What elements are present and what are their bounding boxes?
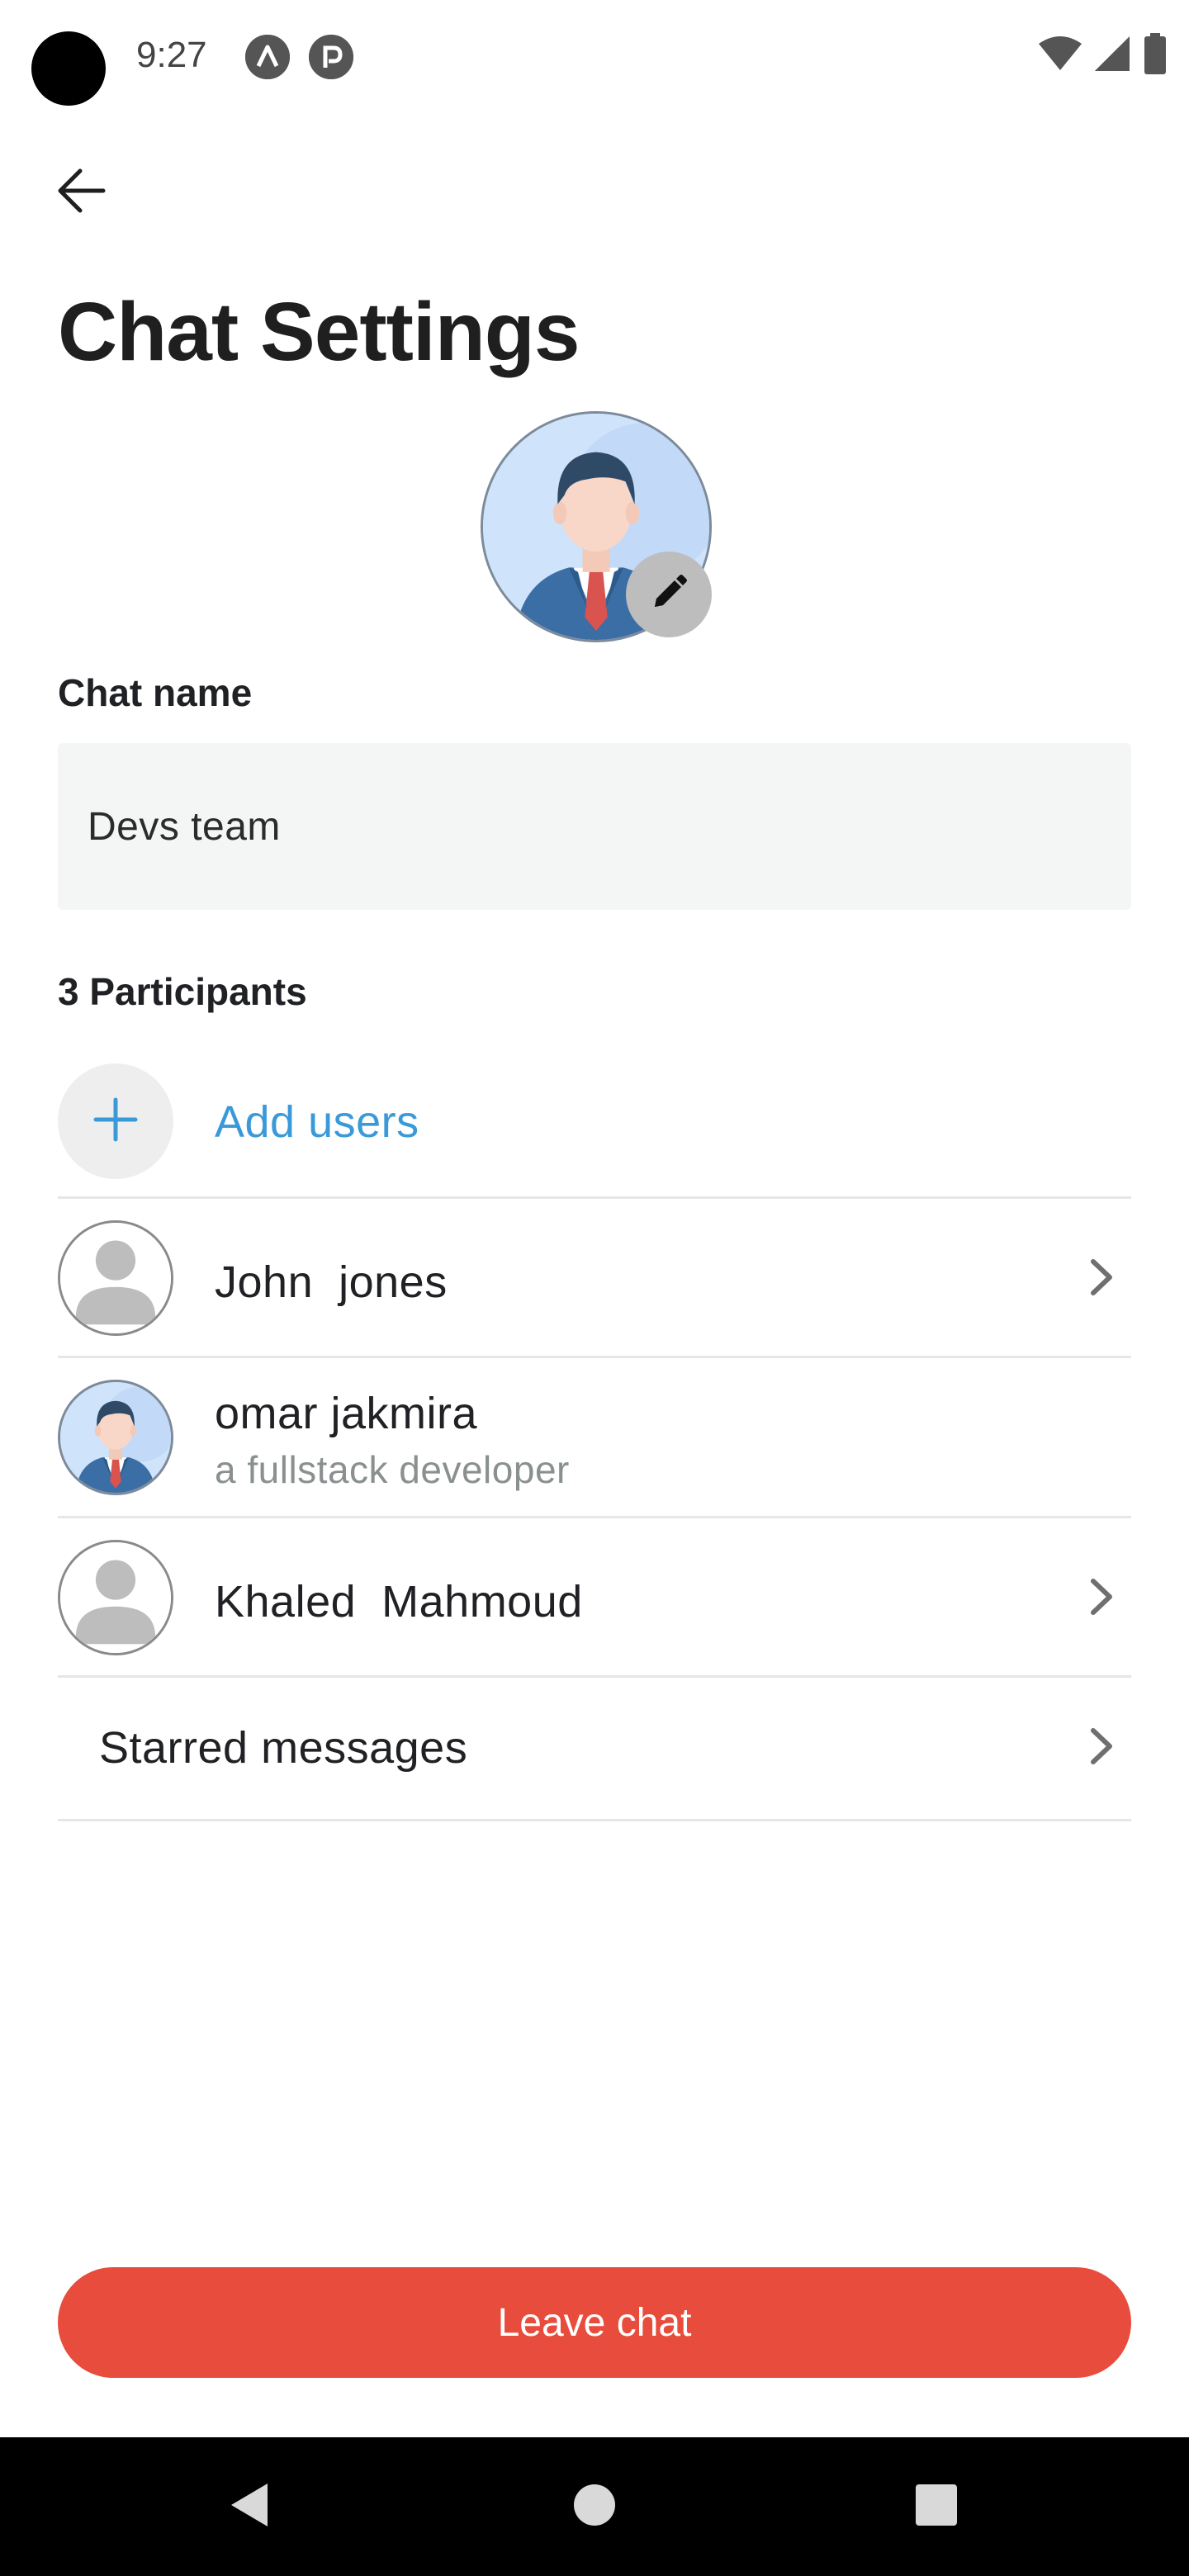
participant-row-self: omar jakmira a fullstack developer: [58, 1358, 1131, 1518]
battery-icon: [1143, 33, 1168, 74]
nav-recents-button[interactable]: [905, 2475, 968, 2538]
add-users-button[interactable]: Add users: [58, 1049, 1131, 1199]
divider: [58, 1819, 1131, 1821]
chevron-right-icon: [1085, 1726, 1118, 1767]
system-navigation-bar: [0, 2437, 1189, 2576]
signal-icon: [1093, 35, 1131, 73]
participant-bio: a fullstack developer: [215, 1448, 570, 1491]
square-recents-icon: [913, 2482, 959, 2532]
wifi-icon: [1039, 36, 1082, 72]
page-title: Chat Settings: [58, 286, 580, 378]
participants-count-label: 3 Participants: [58, 970, 307, 1013]
edit-avatar-button[interactable]: [626, 552, 712, 637]
arrow-left-icon: [57, 168, 107, 218]
generic-person-icon: [58, 1540, 173, 1655]
plus-icon: [92, 1096, 139, 1147]
triangle-back-icon: [226, 2480, 272, 2534]
camera-cutout: [31, 31, 106, 106]
add-circle: [58, 1063, 173, 1179]
status-time: 9:27: [136, 35, 207, 75]
nav-back-button[interactable]: [218, 2475, 281, 2538]
notification-a-icon: [245, 35, 290, 79]
participant-row[interactable]: John jones: [58, 1199, 1131, 1358]
notification-p-icon: [309, 35, 353, 79]
status-bar: 9:27: [0, 0, 1189, 116]
participant-name: omar jakmira: [215, 1389, 478, 1438]
participant-row[interactable]: Khaled Mahmoud: [58, 1518, 1131, 1678]
nav-home-button[interactable]: [563, 2475, 626, 2538]
starred-messages-label: Starred messages: [99, 1723, 468, 1773]
pencil-icon: [648, 572, 689, 618]
add-users-label: Add users: [215, 1097, 419, 1147]
chat-name-label: Chat name: [58, 671, 253, 714]
generic-person-icon: [58, 1220, 173, 1336]
participant-name: John jones: [215, 1257, 448, 1307]
circle-home-icon: [571, 2482, 618, 2532]
starred-messages-row[interactable]: Starred messages: [58, 1678, 1131, 1821]
participant-name: Khaled Mahmoud: [215, 1577, 583, 1627]
chevron-right-icon: [1085, 1576, 1118, 1617]
back-button[interactable]: [46, 157, 117, 228]
chat-name-input[interactable]: [58, 743, 1131, 910]
chevron-right-icon: [1085, 1257, 1118, 1298]
leave-chat-button[interactable]: Leave chat: [58, 2267, 1131, 2378]
system-status-icons: [1039, 33, 1168, 74]
participant-avatar: [58, 1380, 173, 1495]
